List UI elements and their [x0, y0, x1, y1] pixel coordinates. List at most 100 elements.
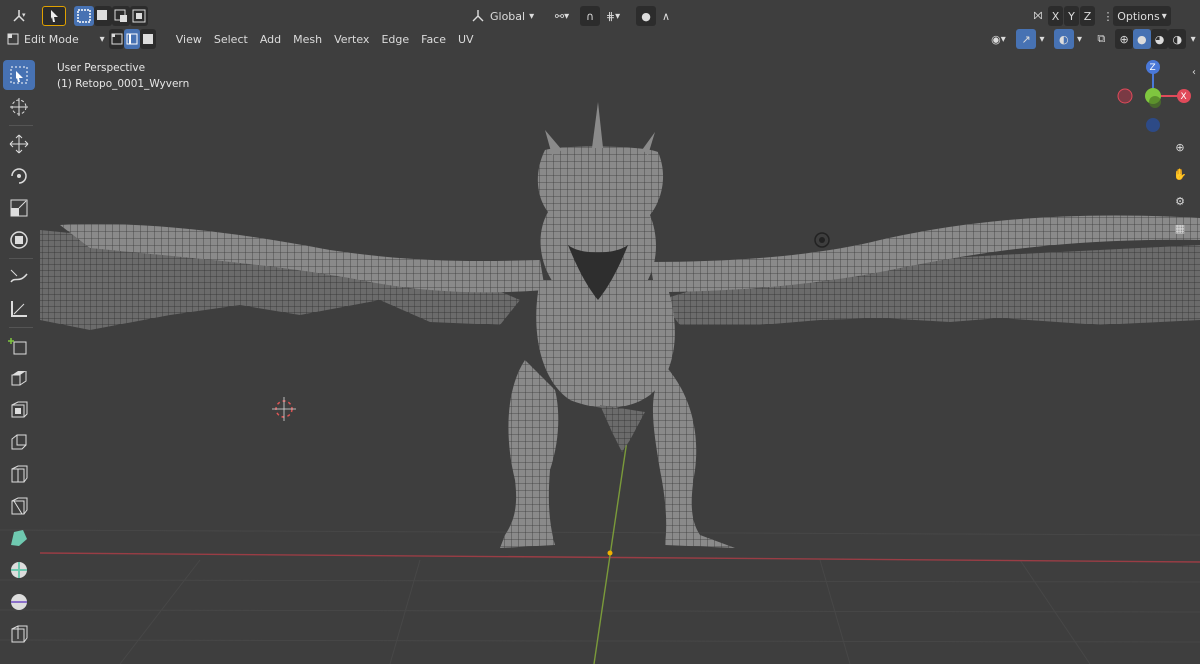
- gizmo-toggle[interactable]: ↗: [1016, 29, 1037, 49]
- proportional-edit-toggle[interactable]: ●: [636, 6, 656, 26]
- tool-rotate[interactable]: [3, 161, 35, 191]
- navigation-gizmo[interactable]: Z X: [1113, 58, 1198, 138]
- viewport-info: User Perspective (1) Retopo_0001_Wyvern: [57, 60, 189, 92]
- mirror-z-toggle[interactable]: Z: [1080, 6, 1095, 26]
- sidebar-toggle[interactable]: ‹: [1188, 60, 1200, 84]
- tool-poly-build[interactable]: [3, 523, 35, 553]
- tool-annotate[interactable]: [3, 262, 35, 292]
- scene-canvas[interactable]: [0, 50, 1200, 664]
- bevel-icon: [11, 434, 27, 450]
- editor-type-button[interactable]: ▾: [4, 6, 34, 26]
- chevron-down-icon: ▾: [615, 10, 621, 22]
- select-mode-extend-button[interactable]: [94, 6, 112, 26]
- left-leg: [500, 360, 559, 548]
- x-axis-line: [39, 552, 1200, 563]
- smooth-icon: [11, 594, 27, 610]
- tool-measure[interactable]: [3, 294, 35, 324]
- svg-text:▾: ▾: [22, 11, 26, 19]
- tool-transform[interactable]: [3, 225, 35, 255]
- chevron-down-icon: ▾: [1000, 33, 1006, 45]
- xray-toggle[interactable]: ⧉: [1091, 29, 1111, 49]
- edge-select-mode[interactable]: [124, 29, 141, 49]
- solid-sphere-icon: ●: [1137, 32, 1147, 46]
- chevron-left-icon: ‹: [1192, 66, 1196, 78]
- select-mode-intersect-button[interactable]: [130, 6, 148, 26]
- falloff-dropdown[interactable]: ∧: [656, 6, 676, 26]
- shading-wireframe[interactable]: ⊕: [1115, 29, 1133, 49]
- horn-top: [592, 102, 603, 148]
- proportional-icon: ●: [641, 9, 651, 23]
- shading-solid[interactable]: ●: [1132, 29, 1151, 49]
- tool-edge-slide[interactable]: [3, 619, 35, 649]
- light-icon: [814, 232, 830, 248]
- tool-scale[interactable]: [3, 193, 35, 223]
- toolbar-separator: [9, 327, 33, 328]
- select-subtract-icon: [114, 9, 127, 22]
- tool-knife[interactable]: [3, 491, 35, 521]
- menu-select[interactable]: Select: [208, 29, 254, 49]
- snap-toggle[interactable]: ∩: [580, 6, 600, 26]
- material-sphere-icon: ◕: [1154, 32, 1165, 46]
- mirror-x-label: X: [1051, 9, 1060, 23]
- tool-inset[interactable]: [3, 395, 35, 425]
- tool-add-cube[interactable]: [3, 331, 35, 361]
- toolbar-separator: [9, 258, 33, 259]
- menu-view[interactable]: View: [170, 29, 208, 49]
- menu-add[interactable]: Add: [254, 29, 287, 49]
- tool-extrude[interactable]: [3, 363, 35, 393]
- tool-spin[interactable]: [3, 555, 35, 585]
- overlays-dropdown[interactable]: ▾: [1074, 29, 1086, 49]
- shading-material[interactable]: ◕: [1150, 29, 1169, 49]
- transform-orientation-label: Global: [490, 9, 526, 23]
- toolbar-separator: [9, 125, 33, 126]
- zoom-button[interactable]: ⊕: [1168, 135, 1192, 159]
- gizmo-neg-x-handle[interactable]: [1117, 88, 1133, 104]
- tool-loop-cut[interactable]: [3, 459, 35, 489]
- camera-view-button[interactable]: ⚙: [1168, 189, 1192, 213]
- shading-rendered[interactable]: ◑: [1168, 29, 1187, 49]
- options-dropdown[interactable]: Options ▾: [1113, 6, 1171, 26]
- y-axis-line: [593, 419, 631, 664]
- tool-select-box[interactable]: [3, 60, 35, 90]
- shading-dropdown[interactable]: ▾: [1186, 29, 1200, 49]
- magnet-icon: ∩: [585, 9, 595, 23]
- mirror-y-toggle[interactable]: Y: [1064, 6, 1079, 26]
- pan-button[interactable]: ✋: [1168, 162, 1192, 186]
- tool-cursor[interactable]: [3, 92, 35, 122]
- tail: [600, 405, 645, 452]
- perspective-toggle-button[interactable]: ▦: [1168, 216, 1192, 240]
- tool-smooth[interactable]: [3, 587, 35, 617]
- gizmo-neg-z-handle[interactable]: [1146, 118, 1160, 132]
- 3d-viewport[interactable]: ▾ Global ▾ ⚯ ▾ ∩ ⋕ ▾ ● ∧ ⨝ X Y Z ⋮ Optio…: [0, 0, 1200, 664]
- menu-face[interactable]: Face: [415, 29, 452, 49]
- menu-mesh[interactable]: Mesh: [287, 29, 328, 49]
- view-name: User Perspective: [57, 62, 146, 74]
- mirror-options-button[interactable]: ⨝: [1028, 6, 1048, 26]
- mode-dropdown[interactable]: Edit Mode ▾: [6, 29, 105, 49]
- mirror-x-toggle[interactable]: X: [1048, 6, 1063, 26]
- edit-mode-icon: [7, 33, 19, 45]
- overlays-toggle[interactable]: ◐: [1053, 29, 1074, 49]
- select-tool-button[interactable]: [42, 6, 66, 26]
- pivot-point-dropdown[interactable]: ⚯ ▾: [548, 6, 576, 26]
- menu-uv[interactable]: UV: [452, 29, 480, 49]
- transform-orientation-dropdown[interactable]: Global ▾: [470, 6, 540, 26]
- select-intersect-icon: [132, 9, 146, 23]
- tool-bevel[interactable]: [3, 427, 35, 457]
- butterfly-icon: ⨝: [1033, 9, 1043, 22]
- face-select-mode[interactable]: [140, 29, 156, 49]
- select-mode-subtract-button[interactable]: [112, 6, 130, 26]
- tool-move[interactable]: [3, 129, 35, 159]
- vertex-select-mode[interactable]: [108, 29, 125, 49]
- mode-label: Edit Mode: [24, 32, 79, 46]
- visibility-dropdown[interactable]: ◉ ▾: [985, 29, 1013, 49]
- poly-build-icon: [11, 530, 27, 546]
- menu-vertex[interactable]: Vertex: [328, 29, 375, 49]
- menu-edge[interactable]: Edge: [375, 29, 415, 49]
- select-mode-new-button[interactable]: [74, 6, 94, 26]
- snap-target-dropdown[interactable]: ⋕ ▾: [600, 6, 626, 26]
- xray-icon: ⧉: [1097, 32, 1106, 45]
- 3d-cursor: [272, 397, 296, 421]
- gizmo-dropdown[interactable]: ▾: [1036, 29, 1048, 49]
- select-new-icon: [77, 9, 91, 23]
